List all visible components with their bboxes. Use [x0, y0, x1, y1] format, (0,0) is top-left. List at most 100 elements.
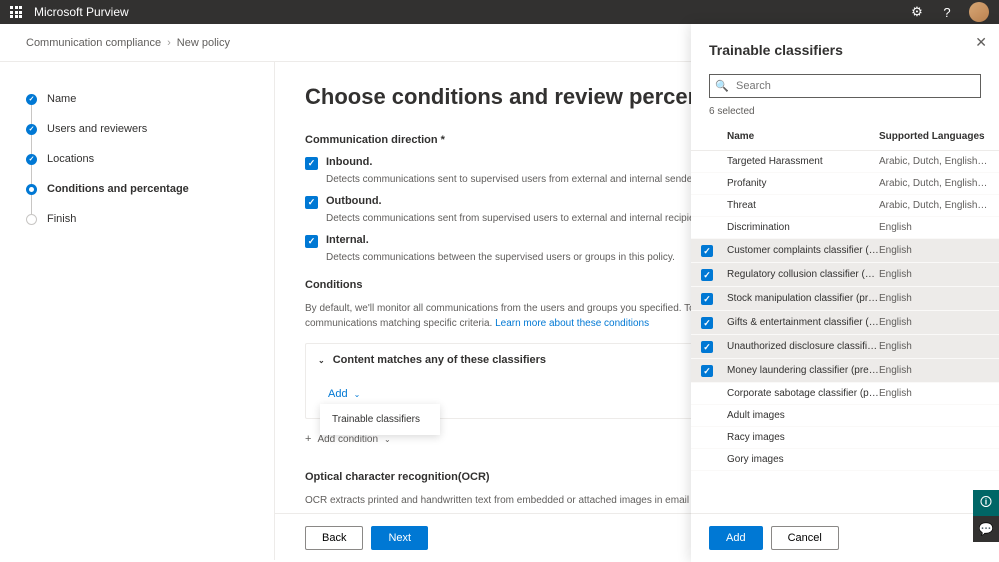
app-title: Microsoft Purview: [34, 5, 129, 19]
table-row[interactable]: Gory images: [691, 449, 999, 471]
next-button[interactable]: Next: [371, 526, 428, 550]
row-checkbox[interactable]: [701, 269, 713, 281]
direction-label: Outbound.: [326, 195, 382, 207]
table-row[interactable]: ProfanityArabic, Dutch, English, French,…: [691, 173, 999, 195]
column-languages[interactable]: Supported Languages: [879, 131, 989, 142]
panel-search: 🔍: [709, 74, 981, 98]
panel-title: Trainable classifiers: [709, 42, 981, 58]
row-lang: English: [879, 293, 989, 304]
accordion-title: Content matches any of these classifiers: [333, 354, 546, 366]
row-checkbox[interactable]: [701, 365, 713, 377]
table-row[interactable]: ThreatArabic, Dutch, English, French, Ge…: [691, 195, 999, 217]
row-checkbox[interactable]: [701, 341, 713, 353]
step-item[interactable]: Users and reviewers: [26, 114, 248, 144]
row-name: Gory images: [721, 454, 879, 465]
row-name: Discrimination: [721, 222, 879, 233]
direction-checkbox[interactable]: [305, 196, 318, 209]
dropdown-item-trainable[interactable]: Trainable classifiers: [320, 408, 440, 431]
column-name[interactable]: Name: [721, 131, 879, 142]
direction-checkbox[interactable]: [305, 157, 318, 170]
feedback-widget-icon[interactable]: 🛈: [973, 490, 999, 516]
chevron-down-icon: ⌄: [354, 390, 361, 399]
step-label: Conditions and percentage: [47, 183, 189, 195]
table-header: Name Supported Languages: [691, 123, 999, 151]
row-name: Threat: [721, 200, 879, 211]
row-name: Customer complaints classifier (preview): [721, 245, 879, 256]
row-name: Regulatory collusion classifier (preview…: [721, 269, 879, 280]
breadcrumb-parent[interactable]: Communication compliance: [26, 37, 161, 49]
search-input[interactable]: [709, 74, 981, 98]
step-circle-icon: [26, 94, 37, 105]
step-label: Finish: [47, 213, 76, 225]
avatar[interactable]: [969, 2, 989, 22]
step-circle-icon: [26, 184, 37, 195]
panel-close-icon[interactable]: ✕: [975, 34, 987, 51]
row-lang: Arabic, Dutch, English, French, German, …: [879, 178, 989, 189]
breadcrumb-separator: ›: [167, 37, 171, 49]
row-name: Profanity: [721, 178, 879, 189]
direction-checkbox[interactable]: [305, 235, 318, 248]
table-row[interactable]: Gifts & entertainment classifier (previe…: [691, 311, 999, 335]
classifier-table: Name Supported Languages Targeted Harass…: [691, 123, 999, 513]
row-checkbox[interactable]: [701, 317, 713, 329]
conditions-learn-more-link[interactable]: Learn more about these conditions: [495, 318, 649, 329]
table-row[interactable]: Unauthorized disclosure classifier (prev…: [691, 335, 999, 359]
row-name: Money laundering classifier (preview) (p…: [721, 365, 879, 376]
step-label: Name: [47, 93, 76, 105]
app-header: Microsoft Purview ⚙ ?: [0, 0, 999, 24]
table-row[interactable]: Customer complaints classifier (preview)…: [691, 239, 999, 263]
direction-label: Internal.: [326, 234, 369, 246]
app-launcher-icon[interactable]: [10, 6, 22, 18]
table-row[interactable]: Stock manipulation classifier (preview) …: [691, 287, 999, 311]
header-left: Microsoft Purview: [10, 5, 129, 19]
row-lang: English: [879, 245, 989, 256]
panel-header: Trainable classifiers: [691, 24, 999, 68]
table-row[interactable]: Racy images: [691, 427, 999, 449]
help-icon[interactable]: ?: [939, 4, 955, 20]
row-checkbox[interactable]: [701, 245, 713, 257]
row-name: Racy images: [721, 432, 879, 443]
row-lang: English: [879, 365, 989, 376]
panel-footer: Add Cancel: [691, 513, 999, 562]
dropdown-menu: Trainable classifiers: [320, 404, 440, 435]
table-row[interactable]: Adult images: [691, 405, 999, 427]
step-label: Users and reviewers: [47, 123, 147, 135]
chevron-down-icon: ⌄: [384, 435, 391, 444]
table-row[interactable]: DiscriminationEnglish: [691, 217, 999, 239]
selected-count: 6 selected: [691, 106, 999, 123]
settings-icon[interactable]: ⚙: [909, 4, 925, 20]
row-lang: Arabic, Dutch, English, French, German, …: [879, 200, 989, 211]
step-item[interactable]: Locations: [26, 144, 248, 174]
row-name: Stock manipulation classifier (preview) …: [721, 293, 879, 304]
step-item[interactable]: Conditions and percentage: [26, 174, 248, 204]
row-name: Corporate sabotage classifier (preview) …: [721, 388, 879, 399]
wizard-steps-sidebar: Name Users and reviewers Locations Conditio…: [0, 62, 275, 560]
plus-icon: +: [305, 433, 311, 445]
breadcrumb-current: New policy: [177, 37, 230, 49]
back-button[interactable]: Back: [305, 526, 363, 550]
panel-add-button[interactable]: Add: [709, 526, 763, 550]
step-item[interactable]: Name: [26, 84, 248, 114]
table-row[interactable]: Regulatory collusion classifier (preview…: [691, 263, 999, 287]
row-lang: English: [879, 388, 989, 399]
row-name: Targeted Harassment: [721, 156, 879, 167]
row-name: Gifts & entertainment classifier (previe…: [721, 317, 879, 328]
row-lang: Arabic, Dutch, English, French, German, …: [879, 156, 989, 167]
row-checkbox[interactable]: [701, 293, 713, 305]
table-row[interactable]: Money laundering classifier (preview) (p…: [691, 359, 999, 383]
step-item[interactable]: Finish: [26, 204, 248, 234]
search-icon: 🔍: [715, 80, 729, 93]
classifiers-panel: ✕ Trainable classifiers 🔍 6 selected Nam…: [691, 24, 999, 562]
chevron-down-icon: ⌄: [318, 356, 325, 365]
row-name: Adult images: [721, 410, 879, 421]
table-row[interactable]: Corporate sabotage classifier (preview) …: [691, 383, 999, 405]
direction-label: Inbound.: [326, 156, 372, 168]
header-right: ⚙ ?: [909, 2, 989, 22]
row-lang: English: [879, 269, 989, 280]
panel-cancel-button[interactable]: Cancel: [771, 526, 839, 550]
step-list: Name Users and reviewers Locations Conditio…: [26, 84, 248, 234]
step-circle-icon: [26, 214, 37, 225]
table-row[interactable]: Targeted HarassmentArabic, Dutch, Englis…: [691, 151, 999, 173]
chat-widget-icon[interactable]: 💬: [973, 516, 999, 542]
side-widgets: 🛈 💬: [973, 490, 999, 542]
